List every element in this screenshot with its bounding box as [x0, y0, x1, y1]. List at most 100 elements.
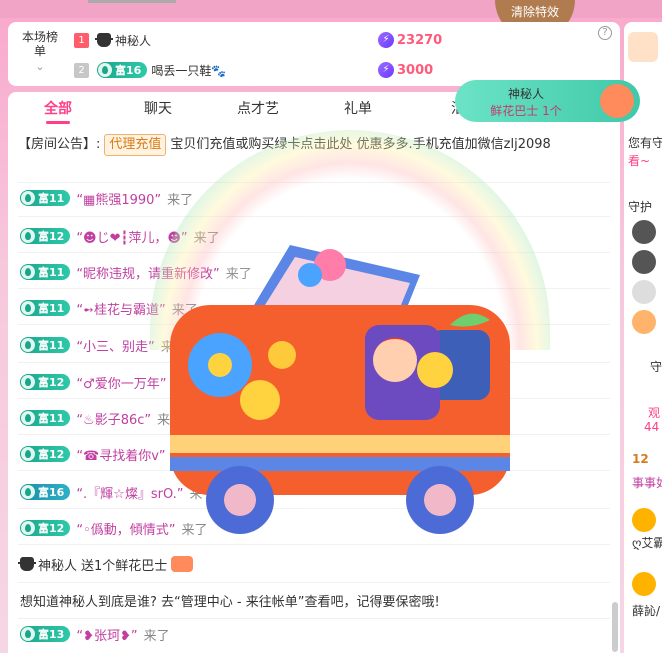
guard-avatar[interactable]: [632, 310, 656, 334]
drop-icon: [98, 63, 112, 77]
wheel-hub: [424, 484, 456, 516]
wealth-badge: 富11: [20, 410, 71, 426]
bus-stripe: [170, 457, 510, 471]
wealth-badge-label: 富11: [38, 192, 65, 205]
user-name-link[interactable]: “小三、别走”: [76, 336, 154, 355]
rank-score-value: 3000: [397, 62, 434, 78]
flower-bus-icon: [600, 84, 634, 118]
rank-row-2[interactable]: 2 富16 喝丢一只鞋🐾: [74, 60, 226, 80]
guard-avatar[interactable]: [632, 250, 656, 274]
wealth-badge: 富16: [97, 62, 148, 78]
wealth-badge-label: 富13: [38, 628, 65, 641]
gift-notice-item: 鲜花巴士 1个: [490, 104, 562, 118]
wealth-badge-label: 富11: [38, 302, 65, 315]
gift-text: 送1个鲜花巴士: [81, 558, 168, 574]
coin-icon: ⚡: [378, 32, 394, 48]
tab-chat[interactable]: 聊天: [108, 92, 208, 126]
drop-icon: [21, 191, 35, 205]
rank-row-1[interactable]: 1 神秘人: [74, 30, 151, 50]
guard-avatar[interactable]: [632, 280, 656, 304]
drop-icon: [21, 265, 35, 279]
guard-button[interactable]: 守: [650, 358, 662, 375]
gift-sender[interactable]: 神秘人: [38, 555, 77, 574]
bus-stripe: [170, 435, 510, 453]
rank-panel: 本场榜单 ⌄ 1 神秘人 ⚡ 23270 2 富16 喝丢一只鞋🐾 ⚡ 3000 ?: [8, 22, 620, 86]
rank-number: 2: [74, 62, 89, 78]
user-name-link[interactable]: “☎寻找着你v”: [76, 445, 165, 464]
rank-user-name: 神秘人: [115, 33, 152, 48]
wealth-badge: 富12: [20, 374, 71, 390]
flower-bus-icon: [171, 556, 194, 572]
user-name-link[interactable]: “◦僞動，傾情式”: [76, 519, 175, 538]
rank-score-value: 23270: [397, 32, 443, 48]
flower: [240, 380, 280, 420]
wealth-badge: 富12: [20, 446, 71, 462]
wealth-badge-label: 富11: [38, 412, 65, 425]
rank-number: 1: [74, 32, 89, 48]
rank-avatar[interactable]: [632, 508, 656, 532]
drop-icon: [21, 521, 35, 535]
wealth-badge: 富11: [20, 190, 71, 206]
arrival-text: 来了: [167, 192, 194, 208]
rank-user-name: 喝丢一只鞋🐾: [151, 63, 227, 78]
scrollbar[interactable]: [612, 602, 618, 652]
user-name-link[interactable]: “♨影子86c”: [76, 409, 151, 428]
gift-message: 神秘人 送1个鲜花巴士: [18, 554, 194, 574]
guard-text: 您有守: [628, 136, 662, 150]
wealth-badge: 富16: [20, 484, 71, 500]
announcement-label: 【房间公告】:: [18, 137, 101, 152]
rank-title-label: 本场榜单: [22, 30, 59, 58]
user-name-link[interactable]: “♂爱你一万年”: [76, 373, 166, 392]
wealth-badge-label: 富11: [38, 339, 65, 352]
wealth-badge: 富12: [20, 228, 71, 244]
divider: [18, 582, 610, 583]
tab-all[interactable]: 全部: [8, 92, 108, 126]
wealth-badge: 富13: [20, 626, 71, 642]
help-icon[interactable]: ?: [598, 26, 612, 40]
system-message: 想知道神秘人到底是谁? 去“管理中心 - 来往帐单”查看吧，记得要保密哦!: [20, 590, 440, 610]
wealth-badge-label: 富16: [115, 64, 142, 77]
top-bar: [88, 0, 176, 3]
clear-effects-label: 清除特效: [510, 5, 559, 19]
headlight: [268, 341, 296, 369]
wealth-badge: 富11: [20, 264, 71, 280]
guard-label: 守护: [628, 200, 653, 214]
side-number: 12: [632, 452, 649, 466]
rank-title[interactable]: 本场榜单 ⌄: [22, 30, 58, 74]
flower: [417, 352, 453, 388]
gift-notice-sender: 神秘人: [507, 87, 544, 101]
tab-gifts[interactable]: 礼单: [308, 92, 408, 126]
side-item: 事事如: [632, 476, 662, 490]
wealth-badge-label: 富12: [38, 448, 65, 461]
wealth-badge: 富11: [20, 337, 71, 353]
side-user: ღ艾霸: [632, 536, 662, 550]
wealth-badge: 富11: [20, 300, 71, 316]
wealth-badge-label: 富16: [38, 486, 65, 499]
user-name-link[interactable]: “.『輝☆燦』srO.”: [76, 483, 183, 502]
drop-icon: [21, 627, 35, 641]
gift-box-icon[interactable]: [628, 32, 658, 62]
user-name-link[interactable]: “❥张珂❥”: [76, 625, 137, 644]
rank-user: 神秘人: [95, 32, 152, 49]
drop-icon: [21, 229, 35, 243]
watch-label: 观: [648, 406, 661, 420]
wheel-hub: [224, 484, 256, 516]
rank-avatar[interactable]: [632, 572, 656, 596]
girl-face: [373, 338, 417, 382]
flower-bus-animation: [170, 245, 510, 534]
guard-avatar[interactable]: [632, 220, 656, 244]
wealth-badge-label: 富12: [38, 376, 65, 389]
coin-icon: ⚡: [378, 62, 394, 78]
chevron-down-icon[interactable]: ⌄: [22, 60, 58, 74]
drop-icon: [21, 485, 35, 499]
wealth-badge-label: 富11: [38, 266, 65, 279]
user-name-link[interactable]: “▦熊强1990”: [76, 189, 161, 208]
list-item: 富11 “▦熊强1990” 来了: [20, 188, 193, 208]
divider: [18, 618, 610, 619]
wealth-badge: 富12: [20, 520, 71, 536]
wealth-badge-label: 富12: [38, 522, 65, 535]
flower-center: [208, 353, 232, 377]
agent-recharge-link[interactable]: 代理充值: [104, 134, 167, 156]
tab-talent[interactable]: 点才艺: [208, 92, 308, 126]
rank-user: 富16 喝丢一只鞋🐾: [97, 62, 226, 79]
